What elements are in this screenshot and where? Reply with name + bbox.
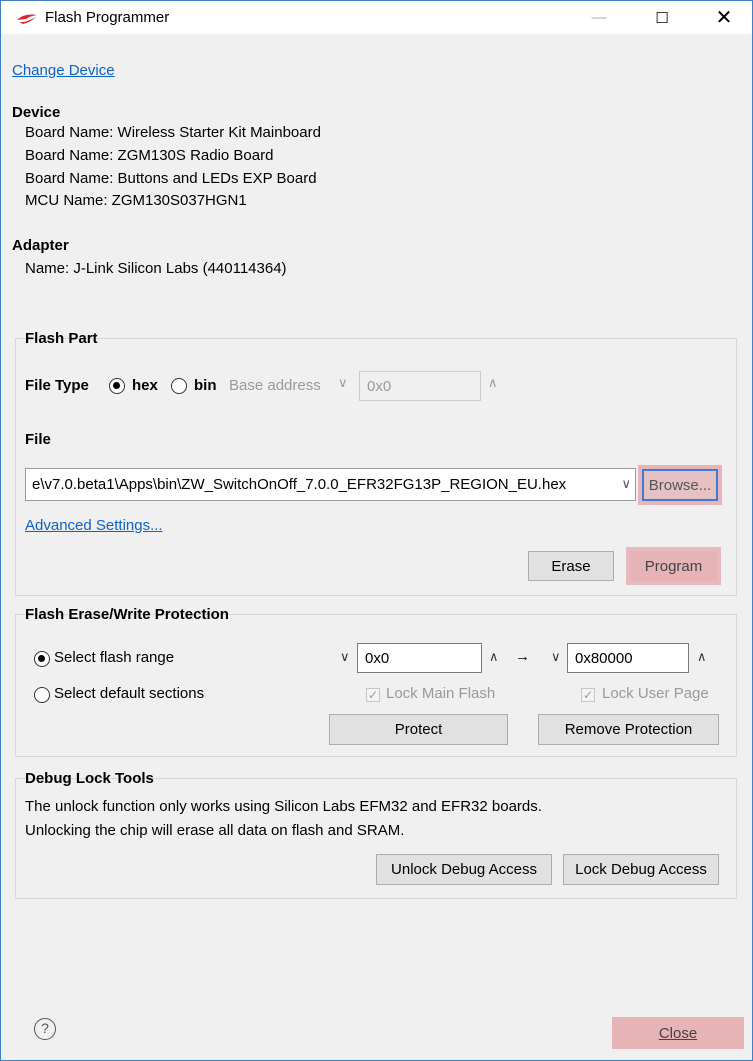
lock-main-flash-label: Lock Main Flash xyxy=(386,685,496,702)
debug-lock-info-2: Unlocking the chip will erase all data o… xyxy=(25,822,405,839)
protect-button[interactable]: Protect xyxy=(329,714,508,745)
range-to-up-icon[interactable]: ∧ xyxy=(697,649,707,665)
device-board-2: Board Name: ZGM130S Radio Board xyxy=(25,147,274,164)
maximize-button[interactable]: ☐ xyxy=(639,1,685,34)
file-label: File xyxy=(25,431,51,448)
base-address-label: Base address xyxy=(229,377,321,394)
file-path-combo[interactable]: e\v7.0.beta1\Apps\bin\ZW_SwitchOnOff_7.0… xyxy=(25,468,636,501)
device-heading: Device xyxy=(12,104,61,121)
lock-user-page-label: Lock User Page xyxy=(602,685,709,702)
select-flash-range-label: Select flash range xyxy=(54,649,175,666)
lock-debug-access-button[interactable]: Lock Debug Access xyxy=(563,854,719,885)
protection-heading: Flash Erase/Write Protection xyxy=(25,606,229,623)
select-default-sections-radio[interactable] xyxy=(34,687,50,703)
range-to-input[interactable]: 0x80000 xyxy=(567,643,689,673)
range-from-down-icon[interactable]: ∨ xyxy=(340,649,350,665)
adapter-heading: Adapter xyxy=(12,237,69,254)
flash-part-heading: Flash Part xyxy=(25,330,98,347)
base-address-up-icon[interactable]: ∧ xyxy=(488,375,498,391)
file-path-value: e\v7.0.beta1\Apps\bin\ZW_SwitchOnOff_7.0… xyxy=(32,476,567,493)
window-title: Flash Programmer xyxy=(45,9,170,26)
device-mcu: MCU Name: ZGM130S037HGN1 xyxy=(25,192,247,209)
base-address-input[interactable]: 0x0 xyxy=(359,371,481,401)
debug-lock-heading: Debug Lock Tools xyxy=(25,770,154,787)
select-flash-range-radio[interactable] xyxy=(34,651,50,667)
close-button[interactable]: Close xyxy=(612,1017,744,1049)
base-address-down-icon[interactable]: ∨ xyxy=(338,375,348,391)
file-type-label: File Type xyxy=(25,377,89,394)
minimize-button[interactable]: — xyxy=(576,1,622,34)
lock-main-flash-checkbox[interactable]: ✓ xyxy=(366,688,380,702)
bin-radio[interactable] xyxy=(171,378,187,394)
select-default-sections-label: Select default sections xyxy=(54,685,205,702)
hex-radio[interactable] xyxy=(109,378,125,394)
help-icon[interactable]: ? xyxy=(34,1018,56,1040)
hex-label: hex xyxy=(132,377,158,394)
unlock-debug-access-button[interactable]: Unlock Debug Access xyxy=(376,854,552,885)
flash-programmer-window: Flash Programmer — ☐ ✕ Change Device Dev… xyxy=(0,0,753,1061)
bin-label: bin xyxy=(194,377,217,394)
debug-lock-info-1: The unlock function only works using Sil… xyxy=(25,798,542,815)
erase-button[interactable]: Erase xyxy=(528,551,614,581)
device-board-1: Board Name: Wireless Starter Kit Mainboa… xyxy=(25,124,321,141)
range-arrow-icon: → xyxy=(515,648,530,665)
program-button[interactable]: Program xyxy=(630,551,717,581)
lock-user-page-checkbox[interactable]: ✓ xyxy=(581,688,595,702)
close-window-button[interactable]: ✕ xyxy=(701,1,747,34)
silicon-labs-logo-icon xyxy=(17,14,37,24)
title-bar: Flash Programmer — ☐ ✕ xyxy=(1,1,752,34)
device-board-3: Board Name: Buttons and LEDs EXP Board xyxy=(25,170,317,187)
advanced-settings-link[interactable]: Advanced Settings... xyxy=(25,517,163,534)
range-from-up-icon[interactable]: ∧ xyxy=(489,649,499,665)
remove-protection-button[interactable]: Remove Protection xyxy=(538,714,719,745)
browse-button[interactable]: Browse... xyxy=(642,469,718,501)
file-dropdown-chevron-icon[interactable]: ∨ xyxy=(621,476,631,492)
adapter-name: Name: J-Link Silicon Labs (440114364) xyxy=(25,260,287,277)
change-device-link[interactable]: Change Device xyxy=(12,62,115,79)
range-to-down-icon[interactable]: ∨ xyxy=(551,649,561,665)
range-from-input[interactable]: 0x0 xyxy=(357,643,482,673)
